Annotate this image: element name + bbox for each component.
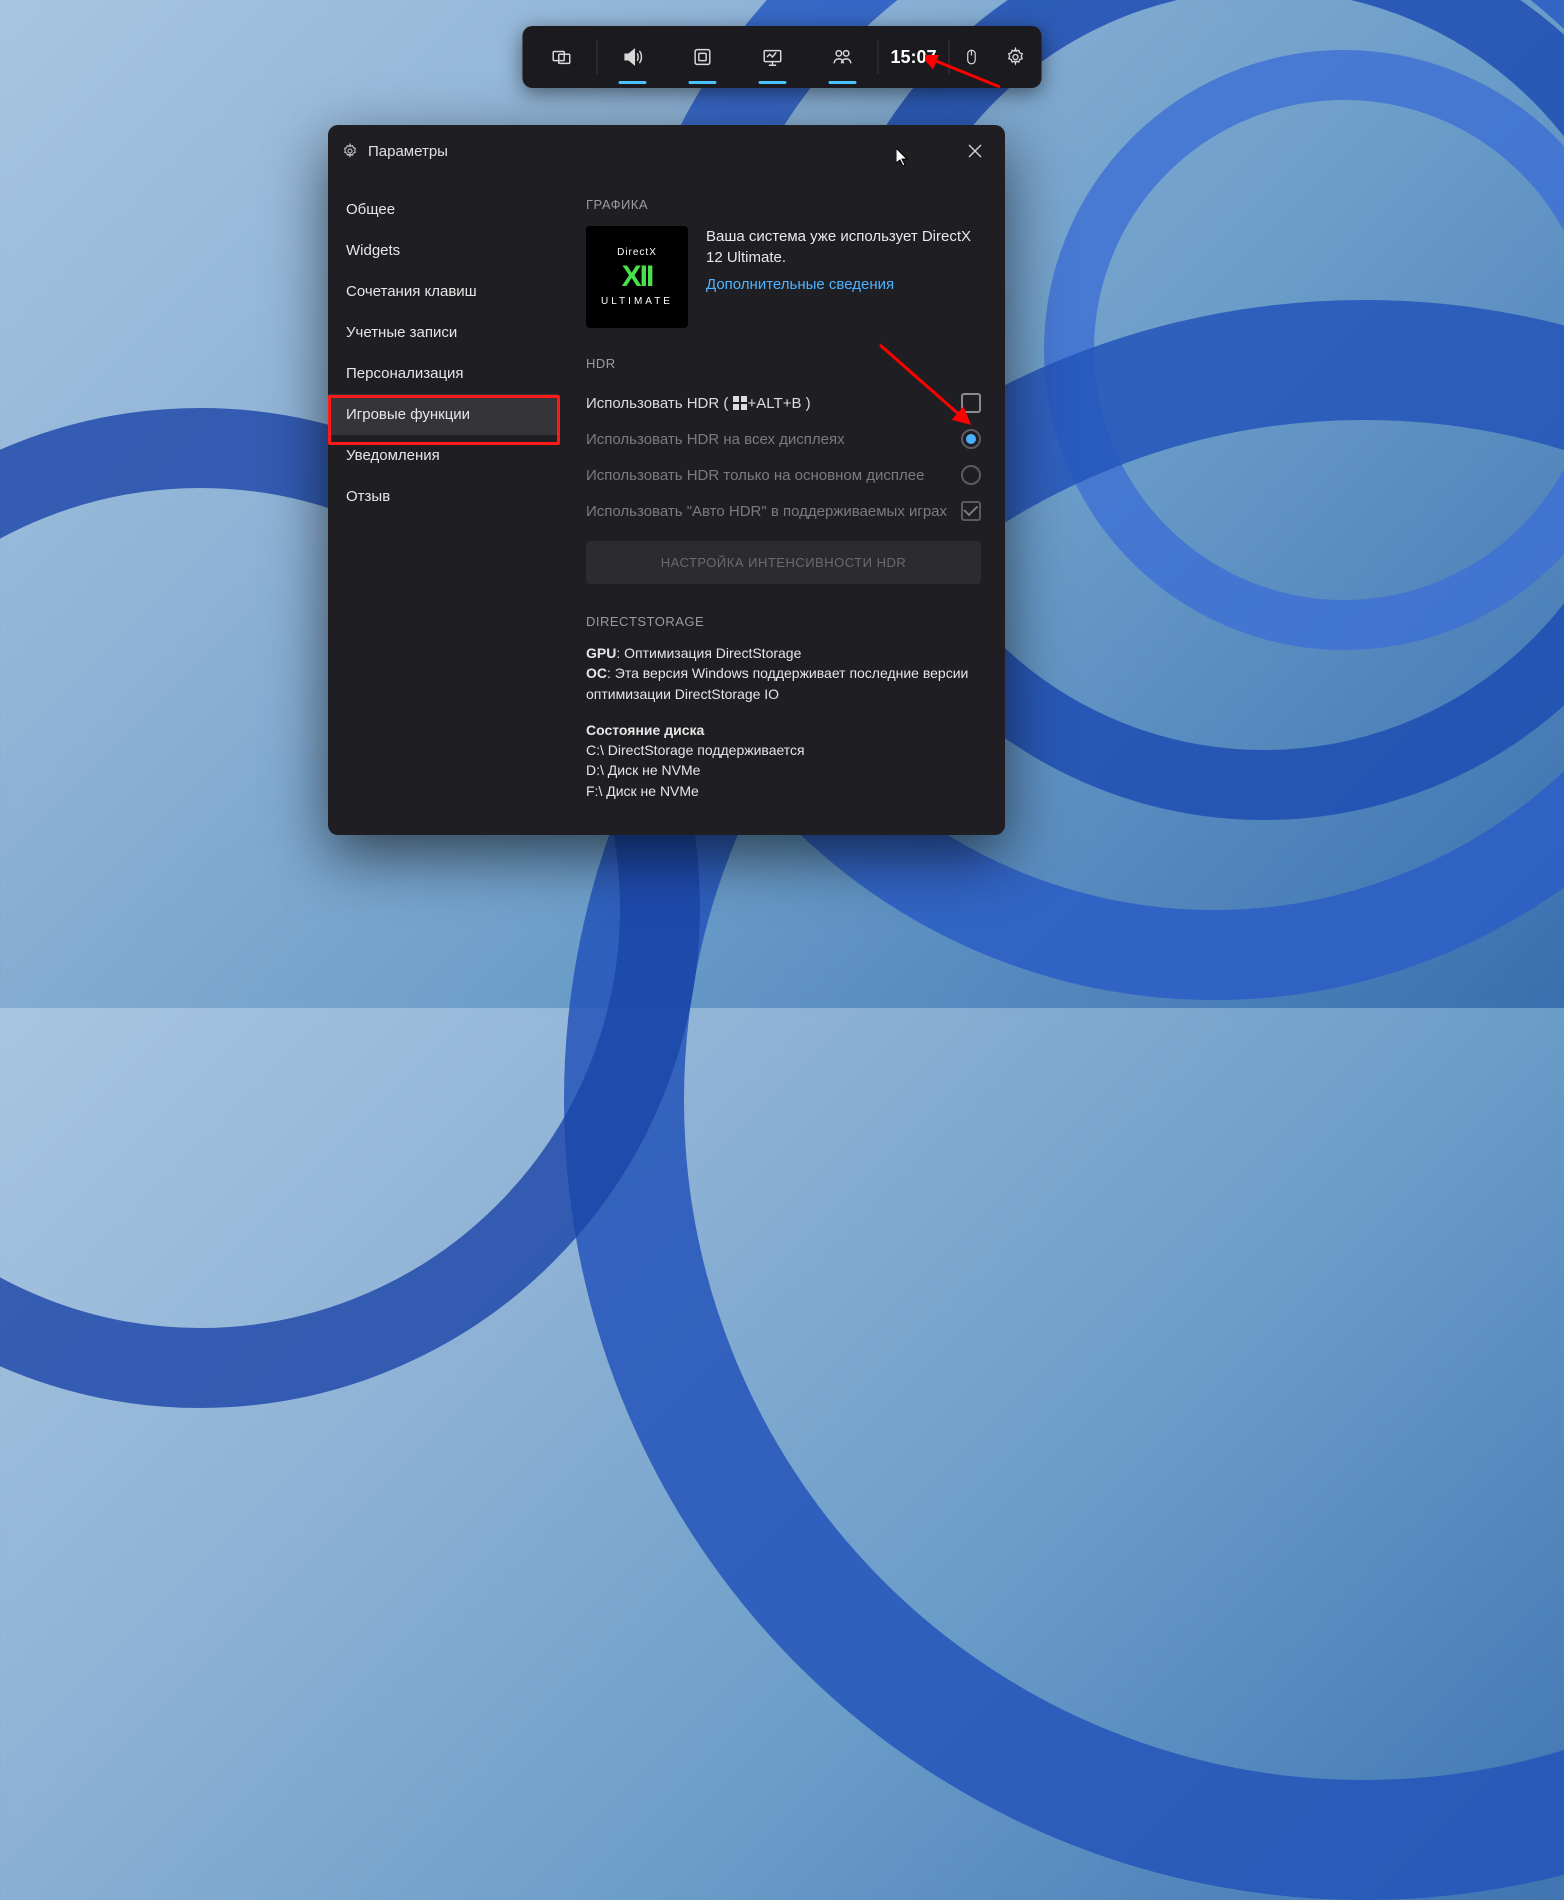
directx-badge: DirectX XII ULTIMATE xyxy=(586,226,688,328)
sidebar-item-widgets[interactable]: Widgets xyxy=(328,230,558,271)
performance-icon[interactable] xyxy=(737,30,807,84)
more-info-link[interactable]: Дополнительные сведения xyxy=(706,274,894,295)
auto-hdr-option[interactable]: Использовать "Авто HDR" в поддерживаемых… xyxy=(586,493,981,529)
windows-key-icon xyxy=(733,396,748,410)
sidebar-item-gaming[interactable]: Игровые функции xyxy=(328,394,558,435)
audio-icon[interactable] xyxy=(597,30,667,84)
auto-hdr-checkbox[interactable] xyxy=(961,501,981,521)
settings-content: ГРАФИКА DirectX XII ULTIMATE Ваша систем… xyxy=(558,177,1005,835)
gamebar-time: 15:07 xyxy=(878,47,948,68)
mouse-icon[interactable] xyxy=(950,30,994,84)
hdr-intensity-button[interactable]: НАСТРОЙКА ИНТЕНСИВНОСТИ HDR xyxy=(586,541,981,584)
sidebar-item-general[interactable]: Общее xyxy=(328,189,558,230)
panel-header: Параметры xyxy=(328,125,1005,177)
widget-menu-icon[interactable] xyxy=(526,30,596,84)
use-hdr-option[interactable]: Использовать HDR ( +ALT+B ) xyxy=(586,385,981,421)
panel-title: Параметры xyxy=(368,143,448,160)
xbox-gamebar: 15:07 xyxy=(522,26,1041,88)
hdr-all-displays-option[interactable]: Использовать HDR на всех дисплеях xyxy=(586,421,981,457)
gear-icon[interactable] xyxy=(994,30,1038,84)
directstorage-disks: Состояние диска C:\ DirectStorage поддер… xyxy=(586,720,981,801)
directstorage-heading: DIRECTSTORAGE xyxy=(586,614,981,629)
use-hdr-checkbox[interactable] xyxy=(961,393,981,413)
xbox-social-icon[interactable] xyxy=(807,30,877,84)
sidebar-item-notifications[interactable]: Уведомления xyxy=(328,435,558,476)
settings-panel: Параметры Общее Widgets Сочетания клавиш… xyxy=(328,125,1005,835)
directx-message: Ваша система уже использует DirectX 12 U… xyxy=(706,226,981,295)
close-icon xyxy=(968,144,982,158)
gear-icon xyxy=(342,143,358,159)
hdr-all-displays-radio[interactable] xyxy=(961,429,981,449)
close-button[interactable] xyxy=(959,135,991,167)
hdr-main-display-radio[interactable] xyxy=(961,465,981,485)
capture-icon[interactable] xyxy=(667,30,737,84)
settings-sidebar: Общее Widgets Сочетания клавиш Учетные з… xyxy=(328,177,558,835)
sidebar-item-accounts[interactable]: Учетные записи xyxy=(328,312,558,353)
hdr-main-display-option[interactable]: Использовать HDR только на основном дисп… xyxy=(586,457,981,493)
sidebar-item-shortcuts[interactable]: Сочетания клавиш xyxy=(328,271,558,312)
hdr-heading: HDR xyxy=(586,356,981,371)
directstorage-gpu: GPU: Оптимизация DirectStorage ОС: Эта в… xyxy=(586,643,981,704)
graphics-heading: ГРАФИКА xyxy=(586,197,981,212)
sidebar-item-feedback[interactable]: Отзыв xyxy=(328,476,558,517)
sidebar-item-personalization[interactable]: Персонализация xyxy=(328,353,558,394)
